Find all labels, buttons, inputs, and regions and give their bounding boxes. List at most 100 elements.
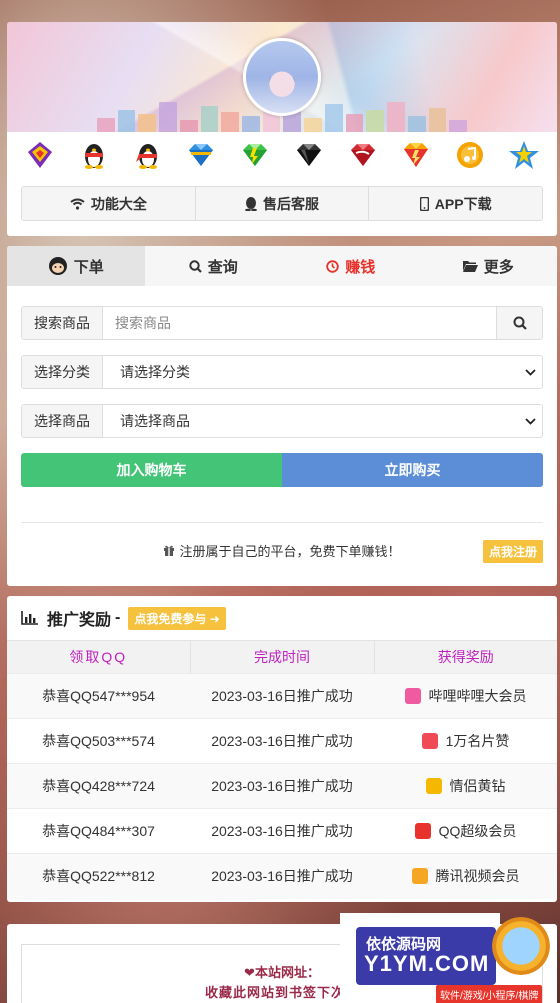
- reward-label: QQ超级会员: [438, 822, 517, 839]
- chevron-down-icon: [525, 368, 536, 376]
- watermark: 依依源码网 Y1YM.COM 软件/游戏/小程序/棋牌: [340, 913, 560, 1003]
- red-diamond-icon[interactable]: [346, 138, 380, 172]
- join-button[interactable]: 点我免费参与 ➜: [128, 606, 226, 630]
- tab-query-label: 查询: [207, 258, 238, 276]
- reward-label: 1万名片赞: [445, 732, 510, 749]
- app-download-button[interactable]: APP下载: [369, 187, 542, 220]
- reward-icon: [425, 777, 442, 794]
- order-form: 搜索商品 搜索商品 选择分类 请选择分类 选择商品 请选择商品 加入购物车 立即…: [7, 286, 557, 577]
- search-input[interactable]: 搜索商品: [103, 307, 496, 339]
- magnifier-icon: [492, 917, 550, 975]
- promo-table: 领取QQ 完成时间 获得奖励 恭喜QQ547***954 2023-03-16日推…: [7, 640, 557, 899]
- register-button[interactable]: 点我注册: [482, 540, 543, 563]
- search-group: 搜索商品 搜索商品: [21, 306, 543, 340]
- table-row: 恭喜QQ547***954 2023-03-16日推广成功 哔哩哔哩大会员: [7, 673, 557, 719]
- tab-order[interactable]: 下单: [7, 246, 145, 286]
- tab-earn-label: 赚钱: [345, 258, 376, 276]
- service-button[interactable]: 售后客服: [195, 187, 370, 220]
- reward-icon: [414, 822, 431, 839]
- promo-dash: -: [115, 609, 121, 626]
- category-value: 请选择分类: [120, 364, 190, 380]
- column-header-time: 完成时间: [190, 640, 375, 674]
- category-select[interactable]: 请选择分类: [103, 356, 542, 388]
- tab-order-label: 下单: [73, 258, 104, 276]
- promo-rows: 恭喜QQ547***954 2023-03-16日推广成功 哔哩哔哩大会员 恭喜QQ5…: [7, 673, 557, 899]
- buy-buttons: 加入购物车 立即购买: [21, 453, 543, 487]
- bar-chart-icon: [21, 611, 38, 625]
- folder-icon: [462, 261, 478, 272]
- watermark-line3: 软件/游戏/小程序/棋牌: [436, 985, 543, 1003]
- avatar[interactable]: [243, 38, 321, 116]
- main-tabs: 下单 查询 赚钱 更多: [7, 246, 557, 286]
- app-download-label: APP下载: [434, 195, 492, 212]
- wifi-icon: [70, 198, 85, 210]
- music-icon[interactable]: [453, 138, 487, 172]
- row-qq: 恭喜QQ522***812: [7, 853, 190, 899]
- tab-query[interactable]: 查询: [145, 246, 283, 286]
- tab-more[interactable]: 更多: [420, 246, 558, 286]
- column-header-reward: 获得奖励: [374, 640, 557, 674]
- features-button[interactable]: 功能大全: [22, 187, 196, 220]
- chevron-down-icon: [525, 417, 536, 425]
- service-icons-row: [23, 135, 541, 175]
- table-row: 恭喜QQ503***574 2023-03-16日推广成功 1万名片赞: [7, 718, 557, 764]
- watermark-line2: Y1YM.COM: [364, 951, 490, 976]
- tab-more-label: 更多: [483, 258, 514, 276]
- register-promo: 注册属于自己的平台，免费下单赚钱！ 点我注册: [21, 523, 543, 577]
- service-label: 售后客服: [263, 195, 319, 212]
- row-reward: 腾讯视频会员: [374, 853, 557, 899]
- reward-label: 腾讯视频会员: [435, 867, 520, 884]
- search-icon: [189, 259, 202, 273]
- promo-header: 推广奖励 - 点我免费参与 ➜: [7, 596, 557, 640]
- qq-red-penguin-icon[interactable]: [131, 138, 165, 172]
- yellow-diamond-icon[interactable]: [399, 138, 433, 172]
- table-row: 恭喜QQ428***724 2023-03-16日推广成功 情侣黄钻: [7, 763, 557, 809]
- row-qq: 恭喜QQ503***574: [7, 718, 190, 764]
- gift-icon: [164, 545, 175, 556]
- blue-diamond-icon[interactable]: [184, 138, 218, 172]
- search-button[interactable]: [496, 307, 542, 339]
- row-time: 2023-03-16日推广成功: [190, 853, 374, 899]
- row-time: 2023-03-16日推广成功: [190, 763, 374, 809]
- category-group: 选择分类 请选择分类: [21, 355, 543, 389]
- mascot-icon: [48, 257, 67, 275]
- reward-icon: [421, 732, 438, 749]
- features-label: 功能大全: [90, 195, 147, 212]
- row-time: 2023-03-16日推广成功: [190, 673, 374, 719]
- product-select[interactable]: 请选择商品: [103, 405, 542, 437]
- star-icon[interactable]: [507, 138, 541, 172]
- qq-penguin-icon[interactable]: [77, 138, 111, 172]
- clock-icon: [326, 259, 339, 273]
- black-diamond-icon[interactable]: [292, 138, 326, 172]
- row-reward: 哔哩哔哩大会员: [374, 673, 557, 719]
- reward-label: 哔哩哔哩大会员: [428, 687, 527, 704]
- order-card: 下单 查询 赚钱 更多 搜索商品 搜索商品 选择分类 请选择分类 选择商品 请选…: [7, 246, 557, 586]
- promo-card: 推广奖励 - 点我免费参与 ➜ 领取QQ 完成时间 获得奖励 恭喜QQ547**…: [7, 596, 557, 902]
- product-group: 选择商品 请选择商品: [21, 404, 543, 438]
- reward-icon: [411, 867, 428, 884]
- reward-label: 情侣黄钻: [449, 777, 506, 794]
- register-text: 注册属于自己的平台，免费下单赚钱！: [179, 543, 401, 559]
- column-header-qq: 领取QQ: [7, 640, 191, 674]
- mobile-icon: [419, 196, 429, 211]
- banner: [7, 22, 557, 132]
- arrow-right-icon: ➜: [209, 611, 220, 626]
- row-qq: 恭喜QQ547***954: [7, 673, 190, 719]
- row-time: 2023-03-16日推广成功: [190, 718, 374, 764]
- row-reward: QQ超级会员: [374, 808, 557, 854]
- diamond-icon[interactable]: [23, 138, 57, 172]
- row-qq: 恭喜QQ428***724: [7, 763, 190, 809]
- add-to-cart-button[interactable]: 加入购物车: [21, 453, 282, 487]
- promo-title: 推广奖励: [47, 612, 112, 629]
- product-label: 选择商品: [22, 405, 103, 437]
- green-diamond-icon[interactable]: [238, 138, 272, 172]
- qq-icon: [245, 196, 257, 211]
- quick-buttons: 功能大全 售后客服 APP下载: [21, 186, 543, 221]
- product-value: 请选择商品: [120, 413, 190, 429]
- table-row: 恭喜QQ522***812 2023-03-16日推广成功 腾讯视频会员: [7, 853, 557, 899]
- search-icon: [513, 316, 527, 330]
- row-time: 2023-03-16日推广成功: [190, 808, 374, 854]
- tab-earn[interactable]: 赚钱: [282, 246, 420, 286]
- buy-now-button[interactable]: 立即购买: [282, 453, 543, 487]
- search-label: 搜索商品: [22, 307, 103, 339]
